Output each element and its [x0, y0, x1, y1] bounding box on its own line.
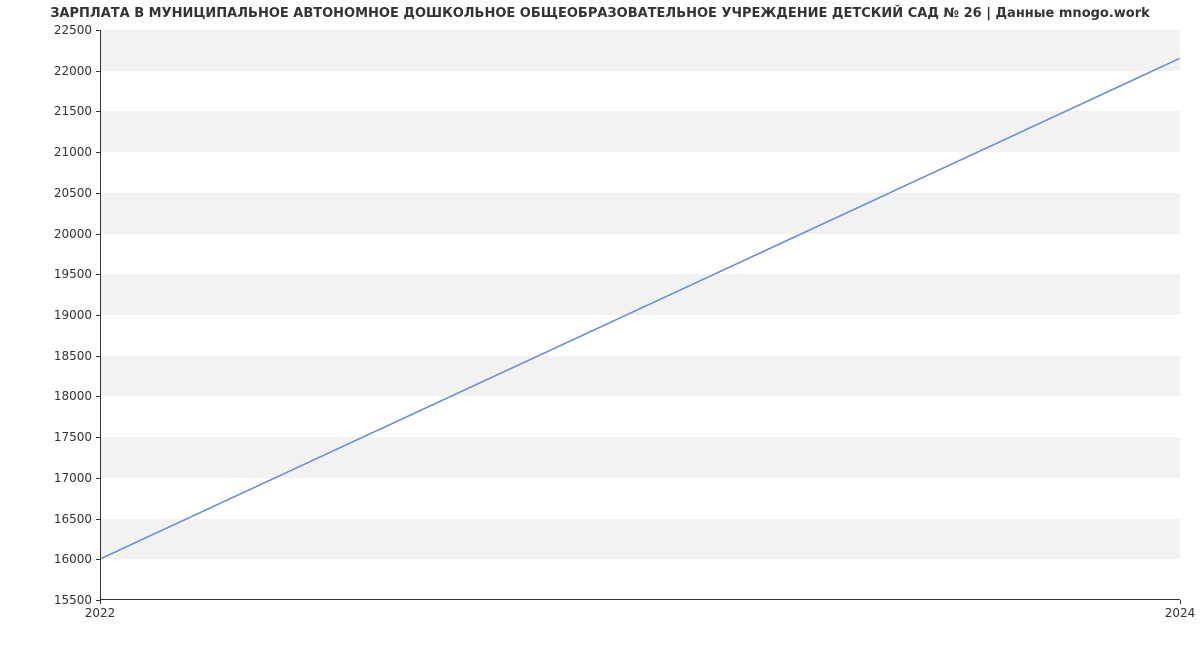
- y-tick-label: 16000: [54, 552, 92, 566]
- x-tick-label: 2024: [1165, 606, 1196, 620]
- y-tick-mark: [96, 152, 100, 153]
- y-tick-mark: [96, 274, 100, 275]
- y-tick-mark: [96, 356, 100, 357]
- y-tick-mark: [96, 111, 100, 112]
- line-chart: ЗАРПЛАТА В МУНИЦИПАЛЬНОЕ АВТОНОМНОЕ ДОШК…: [0, 0, 1200, 650]
- y-tick-label: 18000: [54, 389, 92, 403]
- y-tick-label: 22000: [54, 64, 92, 78]
- y-tick-mark: [96, 519, 100, 520]
- y-tick-label: 21500: [54, 104, 92, 118]
- x-tick-mark: [100, 600, 101, 604]
- series-line: [101, 58, 1179, 558]
- x-tick-label: 2022: [85, 606, 116, 620]
- y-tick-label: 21000: [54, 145, 92, 159]
- plot-area: [100, 30, 1180, 600]
- y-tick-mark: [96, 315, 100, 316]
- y-tick-mark: [96, 193, 100, 194]
- y-tick-mark: [96, 71, 100, 72]
- line-series: [101, 30, 1180, 599]
- y-tick-label: 18500: [54, 349, 92, 363]
- y-tick-label: 19500: [54, 267, 92, 281]
- chart-title: ЗАРПЛАТА В МУНИЦИПАЛЬНОЕ АВТОНОМНОЕ ДОШК…: [0, 6, 1200, 21]
- y-tick-label: 16500: [54, 512, 92, 526]
- y-tick-label: 17500: [54, 430, 92, 444]
- y-tick-mark: [96, 478, 100, 479]
- y-tick-mark: [96, 396, 100, 397]
- y-tick-label: 20000: [54, 227, 92, 241]
- y-tick-label: 19000: [54, 308, 92, 322]
- y-tick-mark: [96, 437, 100, 438]
- y-tick-label: 22500: [54, 23, 92, 37]
- y-tick-mark: [96, 234, 100, 235]
- y-tick-label: 15500: [54, 593, 92, 607]
- y-tick-mark: [96, 30, 100, 31]
- y-tick-mark: [96, 559, 100, 560]
- y-tick-label: 20500: [54, 186, 92, 200]
- x-tick-mark: [1180, 600, 1181, 604]
- y-tick-label: 17000: [54, 471, 92, 485]
